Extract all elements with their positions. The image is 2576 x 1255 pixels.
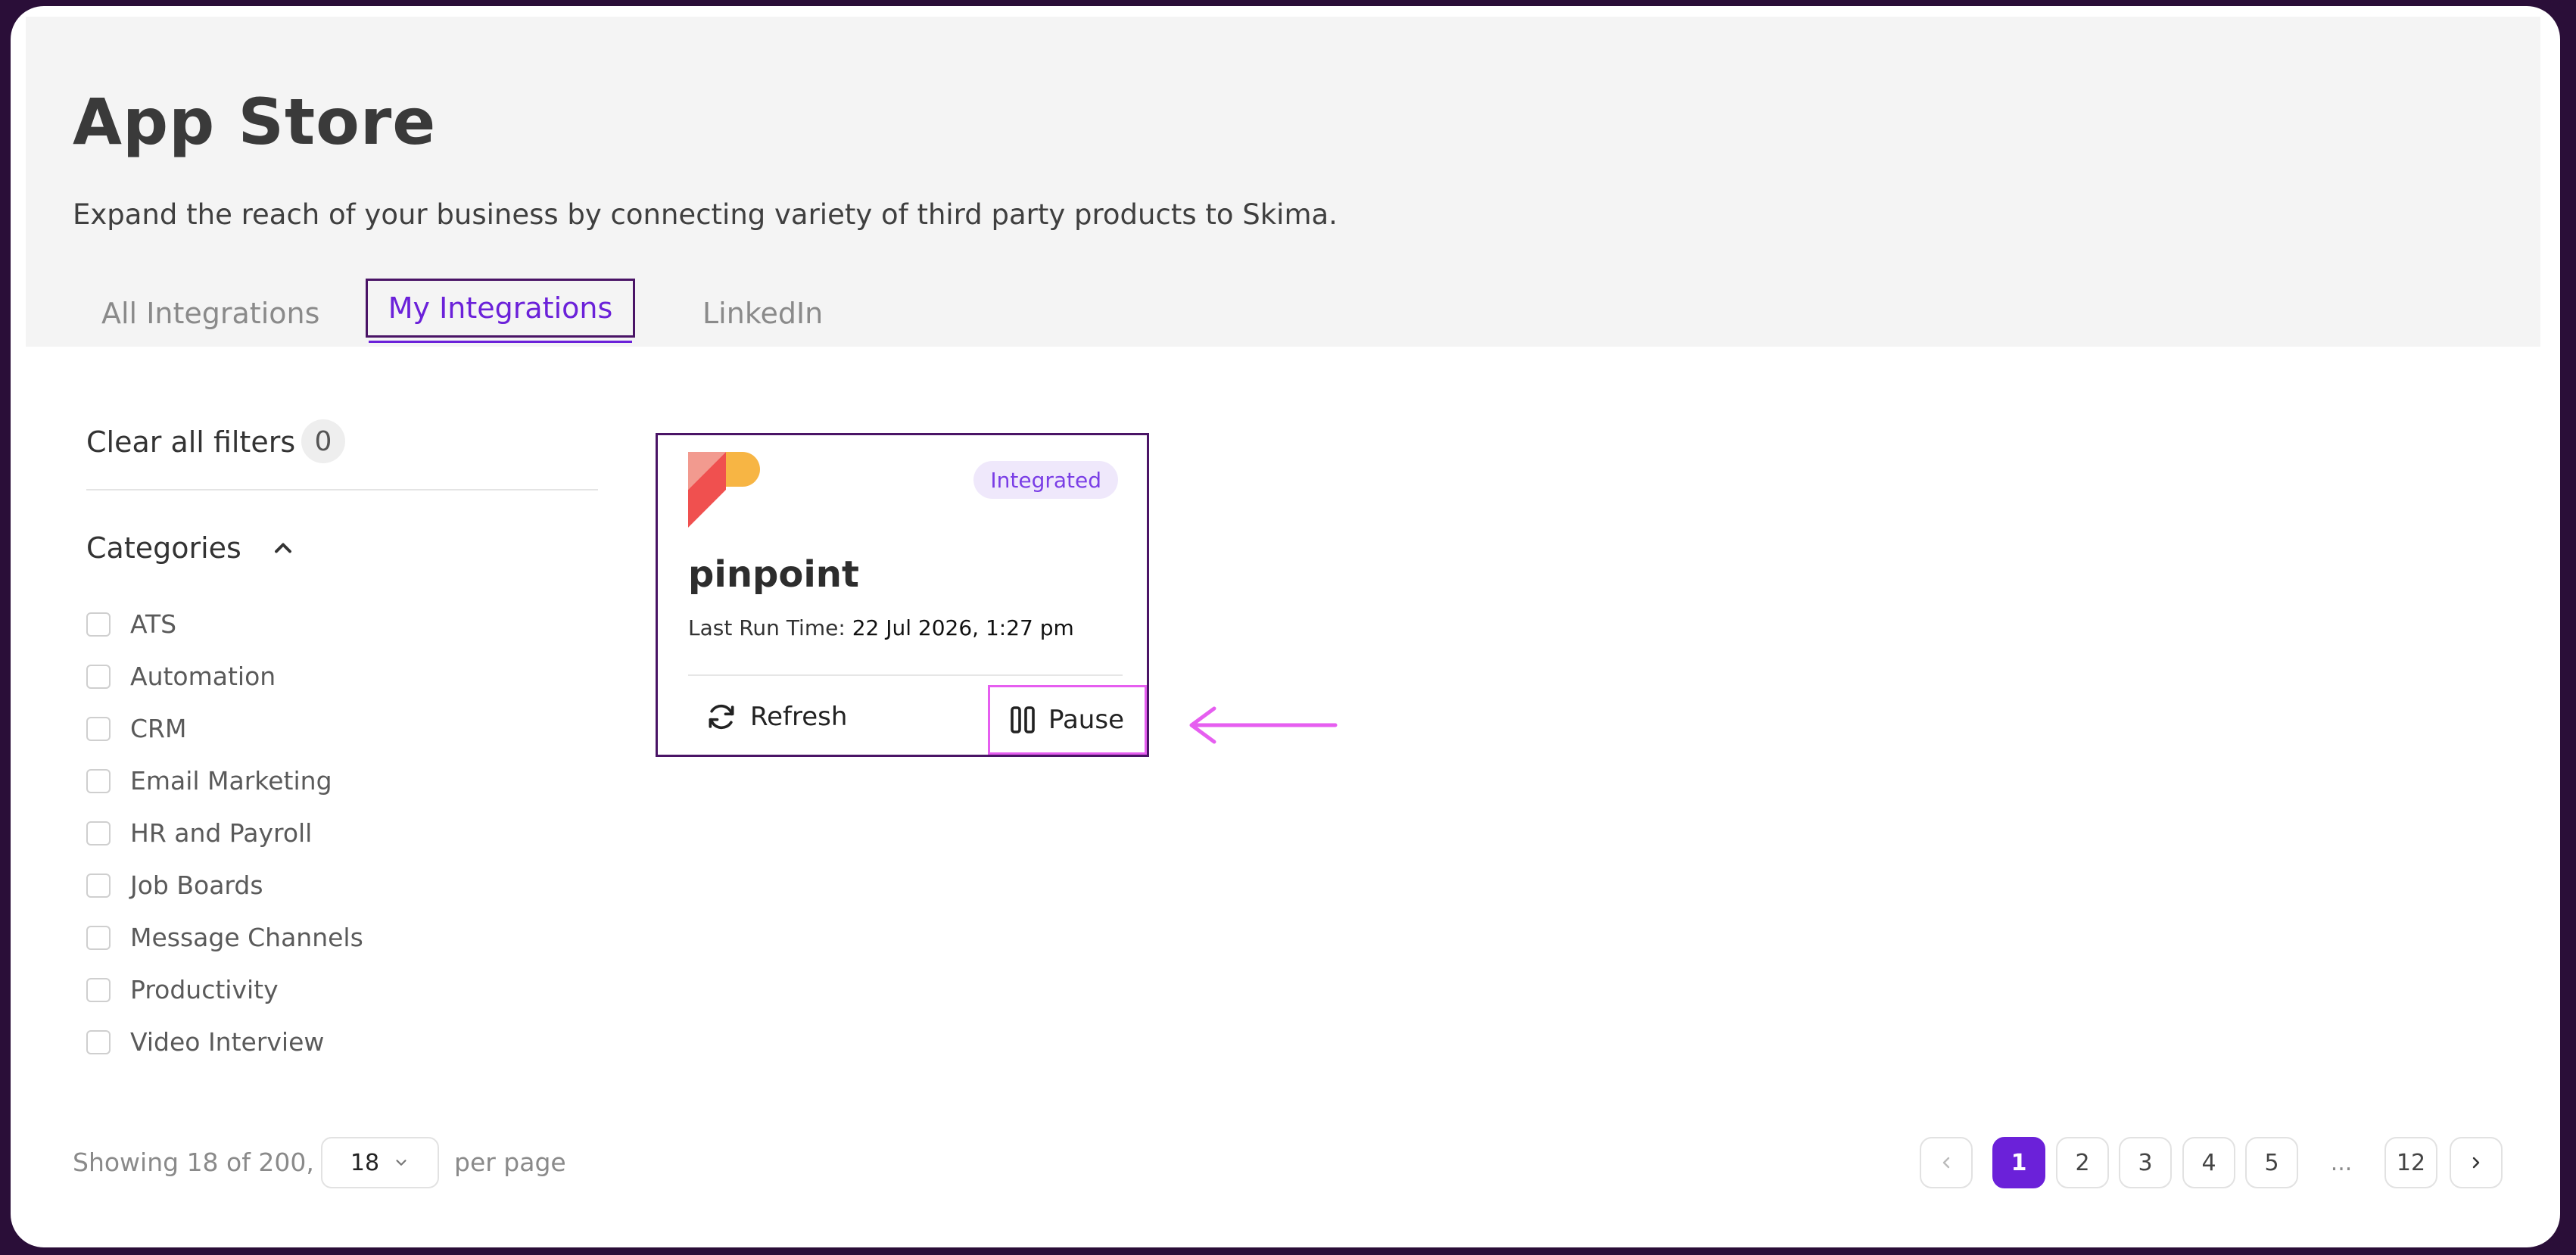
category-item-job-boards[interactable]: Job Boards [86, 859, 363, 911]
category-label: Video Interview [130, 1027, 325, 1057]
chevron-down-icon [396, 1160, 406, 1166]
per-page-select[interactable]: 18 [321, 1137, 439, 1188]
prev-page-button[interactable] [1920, 1137, 1973, 1188]
refresh-icon [709, 704, 734, 730]
category-checkbox[interactable] [86, 768, 111, 793]
category-label: CRM [130, 714, 187, 743]
page-button-3[interactable]: 3 [2119, 1137, 2172, 1188]
tab-my-integrations[interactable]: My Integrations [366, 279, 635, 338]
divider [86, 489, 598, 490]
category-item-message-channels[interactable]: Message Channels [86, 911, 363, 964]
integration-card[interactable]: Integrated pinpoint Last Run Time: 22 Ju… [656, 433, 1149, 757]
active-tab-indicator [369, 341, 632, 343]
page-title: App Store [73, 85, 437, 159]
divider [688, 674, 1123, 676]
category-checkbox[interactable] [86, 925, 111, 950]
category-item-productivity[interactable]: Productivity [86, 964, 363, 1016]
chevron-left-icon [1942, 1157, 1950, 1169]
page-subtitle: Expand the reach of your business by con… [73, 198, 1338, 231]
category-label: ATS [130, 609, 177, 639]
category-checkbox[interactable] [86, 1029, 111, 1054]
page-button-12[interactable]: 12 [2384, 1137, 2437, 1188]
category-label: Message Channels [130, 923, 363, 952]
refresh-label: Refresh [750, 702, 848, 732]
filter-count-badge: 0 [301, 419, 345, 463]
category-list: ATS Automation CRM Email Marketing HR an… [86, 598, 363, 1068]
page-button-2[interactable]: 2 [2056, 1137, 2109, 1188]
pinpoint-logo-icon [688, 452, 760, 528]
category-item-crm[interactable]: CRM [86, 702, 363, 755]
page-button-1[interactable]: 1 [1992, 1137, 2045, 1188]
chevron-right-icon [2472, 1157, 2480, 1169]
category-label: Job Boards [130, 870, 263, 900]
category-checkbox[interactable] [86, 716, 111, 741]
results-count: Showing 18 of 200, [73, 1148, 314, 1177]
category-item-ats[interactable]: ATS [86, 598, 363, 650]
last-run-label: Last Run Time: [688, 615, 846, 640]
category-checkbox[interactable] [86, 821, 111, 845]
page-button-5[interactable]: 5 [2245, 1137, 2298, 1188]
clear-filters-button[interactable]: Clear all filters [86, 425, 295, 459]
categories-toggle[interactable]: Categories [86, 531, 241, 565]
category-label: Email Marketing [130, 766, 332, 796]
last-run-time: Last Run Time: 22 Jul 2026, 1:27 pm [688, 615, 1074, 640]
chevron-up-icon[interactable] [269, 534, 297, 562]
category-item-automation[interactable]: Automation [86, 650, 363, 702]
tab-linkedin[interactable]: LinkedIn [702, 297, 823, 330]
per-page-value: 18 [350, 1149, 380, 1176]
category-label: Productivity [130, 975, 279, 1004]
status-badge: Integrated [973, 461, 1118, 499]
refresh-button[interactable]: Refresh [705, 700, 847, 733]
category-checkbox[interactable] [86, 977, 111, 1002]
category-checkbox[interactable] [86, 873, 111, 898]
pause-icon [1011, 706, 1035, 733]
page-button-4[interactable]: 4 [2182, 1137, 2235, 1188]
tab-all-integrations[interactable]: All Integrations [101, 297, 319, 330]
category-item-email-marketing[interactable]: Email Marketing [86, 755, 363, 807]
pause-label: Pause [1048, 705, 1124, 735]
integration-name: pinpoint [688, 553, 859, 596]
per-page-label: per page [454, 1148, 566, 1177]
page-ellipsis: ... [2330, 1149, 2353, 1176]
annotation-arrow-icon [1189, 706, 1338, 744]
pause-button[interactable]: Pause [988, 685, 1147, 755]
last-run-value: 22 Jul 2026, 1:27 pm [852, 615, 1074, 640]
category-label: Automation [130, 662, 276, 691]
category-item-hr-payroll[interactable]: HR and Payroll [86, 807, 363, 859]
next-page-button[interactable] [2450, 1137, 2503, 1188]
category-checkbox[interactable] [86, 612, 111, 637]
category-item-video-interview[interactable]: Video Interview [86, 1016, 363, 1068]
category-label: HR and Payroll [130, 818, 313, 848]
category-checkbox[interactable] [86, 664, 111, 689]
